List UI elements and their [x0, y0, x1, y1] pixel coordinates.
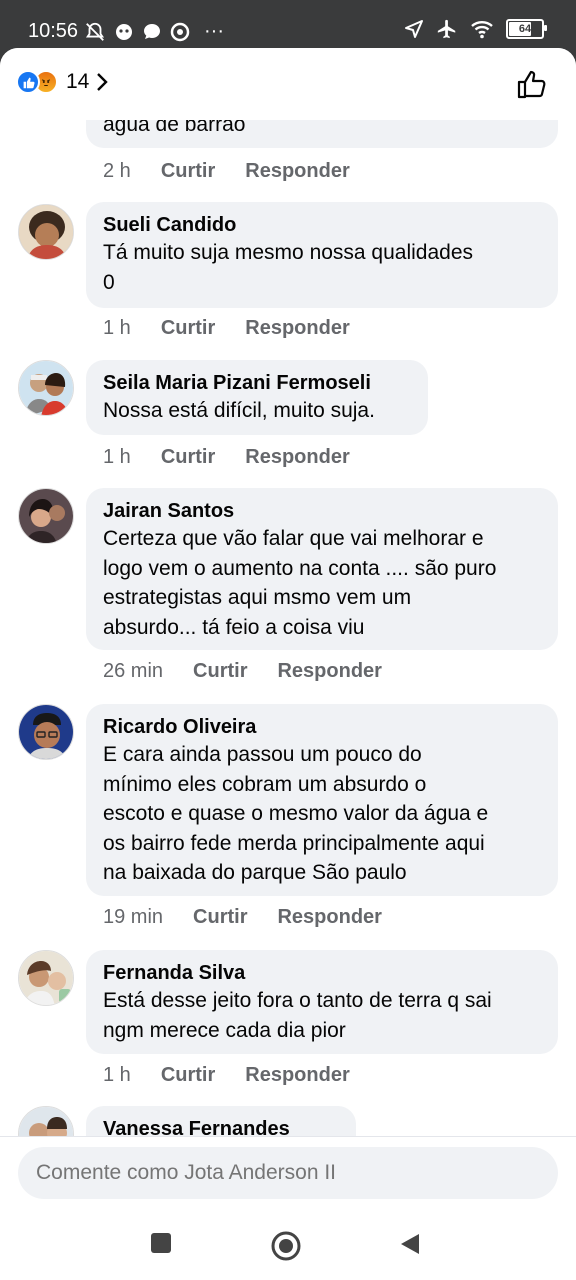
comment-meta: 19 min Curtir Responder	[103, 906, 412, 929]
avatar[interactable]	[18, 204, 74, 260]
comment-time: 19 min	[103, 906, 164, 928]
home-icon[interactable]	[270, 1230, 302, 1262]
comment-composer	[0, 1136, 576, 1210]
comment-meta: 2 h Curtir Responder	[103, 160, 380, 183]
comment-meta: 1 h Curtir Responder	[103, 446, 380, 469]
location-icon	[405, 20, 423, 38]
battery-level: 64	[518, 23, 532, 35]
system-icons: 64	[404, 18, 547, 40]
comment-author[interactable]: Sueli Candido	[103, 212, 542, 238]
like-comment-button[interactable]: Curtir	[193, 660, 247, 683]
comment-bubble[interactable]: Ricardo Oliveira E cara ainda passou um …	[86, 704, 558, 896]
comment-author[interactable]: Fernanda Silva	[103, 960, 542, 986]
comment-time: 1 h	[103, 1064, 131, 1086]
comment-text-line: Está desse jeito fora o tanto de terra q…	[103, 989, 492, 1012]
like-button-icon[interactable]	[516, 68, 548, 100]
comment-bubble[interactable]: Seila Maria Pizani Fermoseli Nossa está …	[86, 360, 428, 435]
more-notifications-icon: ···	[204, 20, 224, 42]
comment-text-line: 0	[103, 270, 115, 294]
avatar[interactable]	[18, 488, 74, 544]
comment-meta: 1 h Curtir Responder	[103, 1064, 380, 1087]
airplane-mode-icon	[437, 19, 456, 39]
comment-text-line: Nossa está difícil, muito suja.	[103, 399, 375, 422]
bell-off-icon	[85, 22, 105, 41]
comment-bubble[interactable]: Fernanda Silva Está desse jeito fora o t…	[86, 950, 558, 1054]
reply-comment-button[interactable]: Responder	[277, 906, 381, 929]
comment-text-line: os bairro fede merda principalmente aqui	[103, 831, 485, 855]
comment-input[interactable]	[18, 1147, 558, 1199]
recent-apps-icon[interactable]	[150, 1232, 172, 1254]
comment-author[interactable]: Ricardo Oliveira	[103, 714, 542, 740]
back-icon[interactable]	[398, 1232, 422, 1256]
reaction-count: 14	[66, 70, 90, 93]
comments-list: água de barrão 2 h Curtir Responder Suel…	[0, 120, 576, 1136]
comment-bubble[interactable]: Vanessa Fernandes	[86, 1106, 356, 1136]
app-notification-icon	[116, 23, 132, 40]
comment-text-line: mínimo eles cobram um absurdo o	[103, 772, 427, 796]
comment-text-line: ngm merece cada dia pior	[103, 1018, 346, 1042]
like-comment-button[interactable]: Curtir	[161, 160, 215, 183]
reply-comment-button[interactable]: Responder	[245, 317, 349, 340]
reply-comment-button[interactable]: Responder	[245, 1064, 349, 1087]
chat-bubble-icon	[144, 23, 160, 39]
comment-time: 1 h	[103, 317, 131, 339]
notification-icons: ···	[84, 20, 224, 43]
comment-author[interactable]: Seila Maria Pizani Fermoseli	[103, 370, 412, 396]
navigation-bar	[0, 1210, 576, 1280]
comment-author[interactable]: Jairan Santos	[103, 498, 542, 524]
comment-time: 26 min	[103, 660, 164, 682]
comment-text-line: logo vem o aumento na conta .... são pur…	[103, 556, 497, 580]
comment-meta: 26 min Curtir Responder	[103, 660, 412, 683]
chrome-icon	[170, 22, 190, 41]
chevron-right-icon	[97, 73, 109, 91]
battery-icon: 64	[506, 19, 547, 39]
sheet-header: 14	[0, 48, 576, 120]
reply-comment-button[interactable]: Responder	[245, 160, 349, 183]
like-comment-button[interactable]: Curtir	[161, 317, 215, 340]
comment-meta: 1 h Curtir Responder	[103, 317, 380, 340]
avatar[interactable]	[18, 360, 74, 416]
comment-author[interactable]: Vanessa Fernandes	[103, 1116, 340, 1136]
comment-text-line: estrategistas aqui msmo vem um	[103, 586, 412, 609]
avatar[interactable]	[18, 1106, 74, 1136]
comment-text-line: na baixada do parque São paulo	[103, 861, 407, 884]
comment-bubble[interactable]: Jairan Santos Certeza que vão falar que …	[86, 488, 558, 650]
comment-time: 2 h	[103, 160, 131, 182]
avatar[interactable]	[18, 704, 74, 760]
like-reaction-icon	[16, 70, 40, 94]
comment-text-line: escoto e quase o mesmo valor da água e	[103, 802, 489, 825]
comment-text-line: Tá muito suja mesmo nossa qualidades	[103, 241, 474, 264]
avatar[interactable]	[18, 950, 74, 1006]
like-comment-button[interactable]: Curtir	[161, 1064, 215, 1087]
comment-text-line: absurdo... tá feio a coisa viu	[103, 615, 365, 639]
like-comment-button[interactable]: Curtir	[161, 446, 215, 469]
comment-time: 1 h	[103, 446, 131, 468]
comment-text-line: E cara ainda passou um pouco do	[103, 743, 422, 766]
comment-text-line: água de barrão	[103, 120, 246, 136]
comment-bubble[interactable]: Sueli Candido Tá muito suja mesmo nossa …	[86, 202, 558, 308]
comments-sheet: 14 água de barrão 2 h Curtir Responder S…	[0, 48, 576, 1210]
status-time: 10:56	[28, 20, 79, 42]
reply-comment-button[interactable]: Responder	[277, 660, 381, 683]
comment-text-line: Certeza que vão falar que vai melhorar e	[103, 527, 484, 550]
like-comment-button[interactable]: Curtir	[193, 906, 247, 929]
comment-bubble[interactable]: água de barrão	[86, 120, 558, 148]
reply-comment-button[interactable]: Responder	[245, 446, 349, 469]
wifi-icon	[471, 21, 493, 39]
reactions-summary[interactable]: 14	[16, 70, 109, 94]
